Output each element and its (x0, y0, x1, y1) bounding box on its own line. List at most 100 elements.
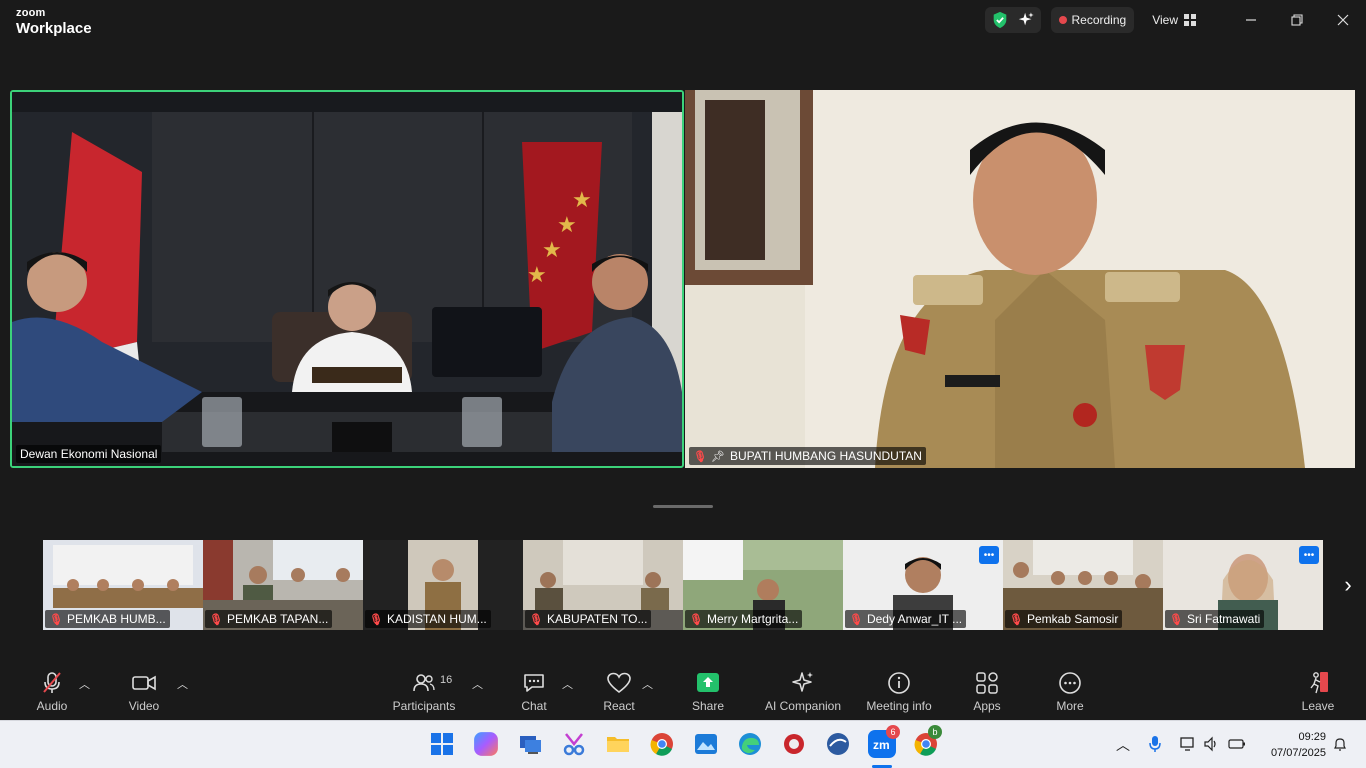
view-button[interactable]: View (1144, 7, 1204, 33)
more-dots-icon (1059, 672, 1081, 694)
audio-options-caret-icon[interactable]: ︿ (79, 676, 90, 692)
system-clock[interactable]: 09:29 07/07/2025 (1271, 729, 1326, 761)
ai-sparkle-icon[interactable] (1017, 11, 1035, 29)
blue-globe-icon[interactable] (824, 730, 852, 758)
recording-dot-icon (1058, 16, 1067, 24)
muted-mic-icon: 🎙︎ (529, 613, 543, 626)
video-button[interactable]: Video (102, 670, 186, 713)
video-options-caret-icon[interactable]: ︿ (177, 676, 188, 692)
thumbnail-3[interactable]: 🎙︎ KADISTAN HUM... (363, 540, 523, 630)
red-app-icon[interactable] (780, 730, 808, 758)
thumbnail-7[interactable]: 🎙︎ Pemkab Samosir (1003, 540, 1163, 630)
share-label: Share (691, 699, 725, 713)
share-screen-icon (697, 673, 719, 692)
zoom-logo: zoom Workplace (16, 7, 92, 37)
react-label: React (603, 699, 635, 713)
more-button[interactable]: More (1028, 670, 1112, 713)
thumbnail-name: KABUPATEN TO... (546, 612, 648, 626)
thumbnail-2[interactable]: 🎙︎ PEMKAB TAPAN... (203, 540, 363, 630)
snipping-tool-icon[interactable] (560, 730, 588, 758)
speaker-name-tag: Dewan Ekonomi Nasional (16, 445, 162, 463)
thumbnail-name: Sri Fatmawati (1186, 612, 1261, 626)
remote-desktop-icon[interactable] (516, 730, 544, 758)
next-page-arrow-icon[interactable]: › (1336, 572, 1360, 598)
notification-bell-icon[interactable] (1332, 736, 1348, 757)
chrome-icon[interactable] (648, 730, 676, 758)
thumbnail-name: KADISTAN HUM... (386, 612, 487, 626)
apps-icon (976, 672, 998, 694)
resize-handle[interactable] (653, 505, 713, 508)
restore-icon (1291, 14, 1303, 26)
thumbnail-5[interactable]: 🎙︎ Merry Martgrita... (683, 540, 843, 630)
ai-companion-sparkle-icon (792, 672, 813, 692)
leave-button[interactable]: Leave (1276, 670, 1360, 713)
ai-companion-button[interactable]: AI Companion (761, 670, 845, 713)
chat-options-caret-icon[interactable]: ︿ (562, 676, 573, 692)
clock-date: 07/07/2025 (1270, 747, 1326, 759)
thumbnail-strip: 🎙︎ PEMKAB HUMB... 🎙︎ PEMKAB TAPAN... 🎙︎ KAD… (43, 540, 1323, 630)
thumbnail-name-tag: 🎙︎ PEMKAB HUMB... (45, 610, 170, 628)
recording-indicator[interactable]: Recording (1050, 7, 1135, 33)
zoom-taskbar-icon[interactable]: zm 6 (868, 725, 900, 758)
muted-mic-icon: 🎙︎ (849, 613, 863, 626)
edge-icon[interactable] (736, 730, 764, 758)
participants-icon (413, 674, 435, 692)
thumbnail-1[interactable]: 🎙︎ PEMKAB HUMB... (43, 540, 203, 630)
thumbnail-name: PEMKAB HUMB... (66, 612, 166, 626)
brand-bottom: Workplace (16, 20, 92, 37)
muted-mic-icon: 🎙︎ (1009, 613, 1023, 626)
thumbnail-name-tag: 🎙︎ Pemkab Samosir (1005, 610, 1123, 628)
muted-mic-icon: 🎙︎ (209, 613, 223, 626)
apps-button[interactable]: Apps (945, 670, 1029, 713)
meeting-info-button[interactable]: Meeting info (857, 670, 941, 713)
zoom-window: zoom Workplace Recording View ★ ★ ★ ★ De… (0, 0, 1366, 768)
meeting-room-video: ★ ★ ★ ★ (12, 92, 682, 466)
more-options-button[interactable]: ••• (979, 546, 999, 564)
copilot-icon[interactable] (474, 732, 498, 756)
video-tile-participant[interactable]: 🎙︎ 📌︎ BUPATI HUMBANG HASUNDUTAN (685, 90, 1355, 468)
title-bar-controls: Recording View (984, 0, 1366, 40)
thumbnail-8[interactable]: ••• 🎙︎ Sri Fatmawati (1163, 540, 1323, 630)
react-options-caret-icon[interactable]: ︿ (642, 676, 653, 692)
svg-text:★: ★ (572, 188, 592, 213)
pin-icon: 📌︎ (710, 450, 725, 463)
restore-button[interactable] (1274, 0, 1320, 40)
network-icon[interactable] (1180, 736, 1196, 757)
thumbnail-4[interactable]: 🎙︎ KABUPATEN TO... (523, 540, 683, 630)
thumbnail-name: Merry Martgrita... (706, 612, 799, 626)
muted-mic-icon: 🎙︎ (693, 450, 707, 463)
thumbnail-name-tag: 🎙︎ Dedy Anwar_IT ... (845, 610, 967, 628)
thumbnail-name: PEMKAB TAPAN... (226, 612, 329, 626)
thumbnail-name-tag: 🎙︎ PEMKAB TAPAN... (205, 610, 333, 628)
participants-options-caret-icon[interactable]: ︿ (472, 676, 483, 692)
shield-check-icon[interactable] (991, 11, 1009, 29)
close-button[interactable] (1320, 0, 1366, 40)
zoom-notification-badge: 6 (886, 725, 900, 739)
brand-top: zoom (16, 7, 46, 19)
file-explorer-icon[interactable] (604, 730, 632, 758)
more-label: More (1056, 699, 1084, 713)
muted-microphone-icon (43, 672, 61, 693)
volume-icon[interactable] (1203, 736, 1219, 757)
chrome-profile-icon[interactable]: b (912, 725, 942, 758)
muted-mic-icon: 🎙︎ (689, 613, 703, 626)
minimize-button[interactable] (1228, 0, 1274, 40)
more-options-button[interactable]: ••• (1299, 546, 1319, 564)
photos-icon[interactable] (692, 730, 720, 758)
thumbnail-6[interactable]: ••• 🎙︎ Dedy Anwar_IT ... (843, 540, 1003, 630)
windows-start-icon[interactable] (428, 730, 456, 758)
video-tile-active-speaker[interactable]: ★ ★ ★ ★ Dewan Ekonomi Nasional (10, 90, 684, 468)
share-button[interactable]: Share (666, 670, 750, 713)
muted-mic-icon: 🎙︎ (1169, 613, 1183, 626)
muted-mic-icon: 🎙︎ (49, 613, 63, 626)
microphone-tray-icon[interactable] (1148, 735, 1162, 758)
svg-text:zm: zm (873, 738, 890, 752)
svg-text:★: ★ (557, 213, 577, 238)
participants-button[interactable]: Participants (382, 670, 466, 713)
participant-video (685, 90, 1355, 468)
tile2-name: BUPATI HUMBANG HASUNDUTAN (729, 449, 922, 463)
show-hidden-icons-chevron-icon[interactable]: ︿ (1116, 735, 1130, 755)
battery-icon[interactable] (1228, 737, 1246, 756)
participants-label: Participants (392, 699, 456, 713)
security-pill[interactable] (984, 7, 1041, 33)
